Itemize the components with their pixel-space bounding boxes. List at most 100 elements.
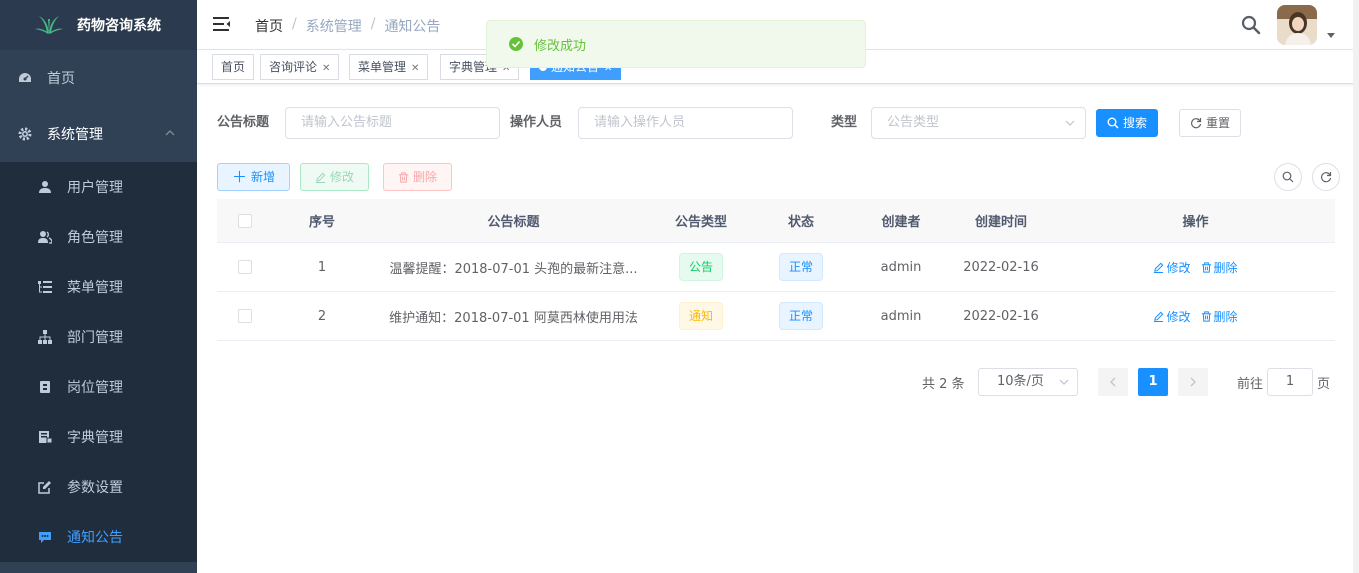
row-edit-link[interactable]: 修改 [1153, 259, 1191, 276]
cell-time: 2022-02-16 [963, 259, 1039, 275]
row-delete-link[interactable]: 删除 [1201, 308, 1238, 325]
goto-page-input[interactable]: 1 [1267, 368, 1313, 396]
status-badge: 正常 [778, 253, 823, 281]
select-all-checkbox[interactable] [238, 213, 252, 228]
row-delete-link[interactable]: 删除 [1201, 259, 1238, 276]
chevron-left-icon [1110, 377, 1116, 387]
dict-icon [39, 431, 52, 444]
status-badge: 正常 [778, 302, 823, 330]
sidebar-item-label: 系统管理 [47, 127, 103, 143]
tag-home[interactable]: 首页 [212, 54, 255, 80]
toggle-search-button[interactable] [1274, 163, 1302, 191]
reset-button-label: 重置 [1206, 116, 1231, 130]
caret-down-icon[interactable] [1327, 33, 1335, 39]
refresh-icon [1320, 172, 1332, 183]
trash-icon [1201, 261, 1211, 273]
sidebar-item-label: 岗位管理 [67, 380, 123, 396]
title-input[interactable]: 请输入公告标题 [285, 107, 500, 139]
main-content: 公告标题 请输入公告标题 操作人员 请输入操作人员 类型 公告类型 搜索 重置 … [197, 85, 1359, 573]
row-checkbox[interactable] [238, 309, 252, 323]
tag-consult[interactable]: 咨询评论 ✕ [260, 54, 340, 80]
sidebar-item-label: 参数设置 [67, 480, 123, 496]
sidebar-item-label: 通知公告 [67, 530, 123, 546]
refresh-button[interactable] [1312, 163, 1340, 191]
sidebar-item-label: 首页 [47, 71, 75, 87]
operator-label: 操作人员 [510, 115, 563, 130]
row-checkbox[interactable] [238, 260, 252, 274]
table-row: 1 温馨提醒：2018-07-01 头孢的最新注意... 公告 正常 admin… [217, 243, 1335, 292]
prev-page-button[interactable] [1098, 368, 1128, 396]
sidebar-item-system[interactable]: 系统管理 [0, 106, 197, 162]
page-size-select[interactable]: 10条/页 [978, 368, 1078, 396]
breadcrumb-item[interactable]: 首页 [255, 16, 283, 36]
column-header: 公告标题 [487, 215, 540, 230]
sidebar-item-dept[interactable]: 部门管理 [0, 312, 197, 362]
search-icon [1282, 171, 1294, 183]
pagination: 共 2 条 10条/页 1 前往 1 页 [197, 368, 1359, 396]
edit-button[interactable]: 修改 [300, 163, 370, 191]
toast-message: 修改成功 [534, 38, 587, 54]
sidebar-item-label: 角色管理 [67, 230, 123, 246]
sidebar-item-user[interactable]: 用户管理 [0, 162, 197, 212]
edit-icon [38, 481, 51, 494]
peoples-icon [38, 231, 52, 244]
reset-button[interactable]: 重置 [1179, 109, 1242, 137]
trash-icon [1201, 310, 1211, 322]
notice-table: 序号 公告标题 公告类型 状态 创建者 创建时间 操作 1 温馨提醒：2018-… [217, 199, 1335, 341]
operator-input[interactable]: 请输入操作人员 [578, 107, 793, 139]
refresh-icon [1190, 118, 1202, 129]
type-badge: 公告 [678, 253, 723, 281]
sidebar-item-label: 字典管理 [67, 430, 123, 446]
tree-icon [38, 330, 52, 344]
page-size-value: 10条/页 [997, 374, 1044, 389]
column-header: 序号 [308, 215, 335, 230]
add-button[interactable]: ＋ 新增 [217, 163, 291, 191]
sidebar-item-menu[interactable]: 菜单管理 [0, 262, 197, 312]
sidebar-item-home[interactable]: 首页 [0, 50, 197, 106]
scrollbar[interactable] [1353, 0, 1359, 573]
edit-icon [1154, 262, 1164, 273]
sidebar-logo[interactable]: 药物咨询系统 [0, 0, 197, 50]
sidebar: 药物咨询系统 首页 系统管理 用户管理 角色管理 菜单管理 部门管理 岗位管理 [0, 0, 197, 573]
user-icon [39, 181, 51, 193]
next-page-button[interactable] [1178, 368, 1208, 396]
sidebar-item-post[interactable]: 岗位管理 [0, 362, 197, 412]
app-title: 药物咨询系统 [77, 18, 161, 34]
close-icon[interactable]: ✕ [322, 63, 330, 74]
edit-icon [315, 172, 326, 183]
close-icon[interactable]: ✕ [411, 63, 419, 74]
search-icon[interactable] [1241, 15, 1261, 35]
tag-menu[interactable]: 菜单管理 ✕ [349, 54, 429, 80]
cell-title: 温馨提醒：2018-07-01 头孢的最新注意... [389, 261, 638, 277]
delete-button[interactable]: 删除 [383, 163, 453, 191]
breadcrumb-item: 通知公告 [384, 19, 441, 35]
plus-icon: ＋ [232, 168, 248, 186]
column-header: 创建者 [881, 215, 921, 230]
avatar[interactable] [1277, 5, 1317, 45]
hamburger-icon[interactable] [213, 16, 231, 32]
search-button-label: 搜索 [1123, 116, 1148, 130]
title-label: 公告标题 [217, 115, 270, 130]
page-number[interactable]: 1 [1138, 368, 1168, 396]
tag-label: 首页 [221, 60, 246, 74]
row-delete-label: 删除 [1213, 260, 1238, 275]
search-button[interactable]: 搜索 [1096, 109, 1159, 137]
table-header: 序号 公告标题 公告类型 状态 创建者 创建时间 操作 [217, 199, 1335, 243]
cell-creator: admin [880, 259, 922, 275]
success-icon [509, 37, 523, 51]
row-edit-label: 修改 [1166, 309, 1191, 324]
sidebar-item-notice[interactable]: 通知公告 [0, 512, 197, 562]
avatar-image [1277, 5, 1317, 45]
logo-icon [35, 16, 63, 34]
type-select[interactable]: 公告类型 [871, 107, 1086, 139]
pagination-total: 共 2 条 [922, 377, 965, 392]
sidebar-item-label: 菜单管理 [67, 280, 123, 296]
sidebar-item-role[interactable]: 角色管理 [0, 212, 197, 262]
column-header: 操作 [1182, 215, 1209, 230]
success-toast: 修改成功 [486, 20, 866, 68]
chevron-down-icon [1065, 120, 1075, 126]
row-edit-link[interactable]: 修改 [1153, 308, 1191, 325]
dashboard-icon [19, 73, 31, 82]
sidebar-item-dict[interactable]: 字典管理 [0, 412, 197, 462]
sidebar-item-config[interactable]: 参数设置 [0, 462, 197, 512]
